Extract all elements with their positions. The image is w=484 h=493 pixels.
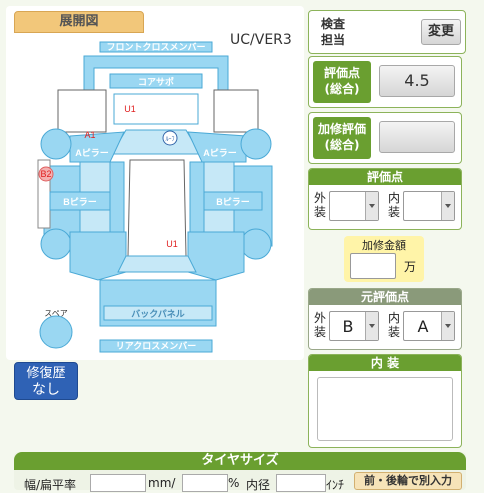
repair-amount-input[interactable] [350, 253, 396, 279]
evaluation-panel: 評価点 (総合) 4.5 [308, 56, 462, 108]
original-score-panel: 元評価点 外装 B 内装 A [308, 288, 462, 350]
original-interior-chevron-down-icon [441, 312, 454, 340]
damage-mark-a1[interactable]: A1 [84, 130, 95, 140]
evaluation-label: 評価点 (総合) [313, 61, 371, 103]
inspector-label-line1: 検査 [320, 17, 345, 31]
b-pillar-right-label: Bピラー [216, 196, 250, 207]
back-panel-label: バックパネル [131, 308, 185, 319]
rear-left-quarter[interactable] [69, 231, 127, 281]
tire-panel: タイヤサイズ 幅/扁平率 mm/ % 内径 ｲﾝﾁ 前・後輪で別入力 [14, 452, 466, 492]
additional-score-button[interactable] [379, 121, 455, 153]
evaluation-label-line1: 評価点 [323, 66, 360, 80]
original-exterior-chevron-down-icon [365, 312, 378, 340]
a-pillar-right-label: Aピラー [203, 147, 237, 158]
interior-panel: 内 装 [308, 354, 462, 448]
inspector-label-line2: 担当 [320, 33, 345, 47]
rear-right-wheel[interactable] [240, 228, 272, 260]
repair-amount-unit: 万 [404, 260, 417, 274]
evaluation-score-button[interactable]: 4.5 [379, 65, 455, 97]
front-left-wheel[interactable] [40, 128, 72, 160]
tire-front-rear-button[interactable]: 前・後輪で別入力 [354, 472, 462, 490]
score-interior-value [404, 192, 442, 220]
tire-pct-unit: % [228, 476, 240, 490]
front-cross-member-label: フロントクロスメンバー [106, 42, 205, 52]
original-interior-value: A [417, 316, 429, 336]
left-fender-outline[interactable] [57, 89, 107, 133]
score-panel: 評価点 外装 内装 [308, 168, 462, 230]
spare-tire-part[interactable] [39, 315, 73, 349]
damage-mark-u1-bottom[interactable]: U1 [166, 239, 178, 249]
original-exterior-label: 外装 [313, 311, 326, 339]
original-interior-label: 内装 [387, 311, 400, 339]
additional-label-line2: (総合) [324, 138, 360, 152]
tire-ratio-input[interactable] [182, 474, 228, 492]
repair-history-button[interactable]: 修復歴 なし [14, 362, 78, 400]
score-exterior-label: 外装 [313, 191, 326, 219]
original-score-header: 元評価点 [309, 289, 461, 305]
front-right-wheel[interactable] [240, 128, 272, 160]
inspector-change-button[interactable]: 変更 [421, 19, 461, 45]
diagram-tab[interactable]: 展開図 [14, 11, 144, 33]
core-support-label: コアサポ [138, 76, 174, 87]
original-interior-select[interactable]: A [403, 311, 455, 341]
rear-cross-member-label: リアクロスメンバー [116, 341, 197, 351]
spare-label: スペア [44, 309, 67, 318]
tire-header: タイヤサイズ [14, 452, 466, 470]
score-interior-label: 内装 [387, 191, 400, 219]
damage-mark-b2[interactable]: B2 [40, 169, 51, 179]
tire-inner-label: 内径 [246, 478, 271, 492]
score-exterior-select[interactable] [329, 191, 379, 221]
additional-label-line1: 加修評価 [317, 122, 366, 136]
tire-inner-input[interactable] [276, 474, 326, 492]
score-exterior-chevron-down-icon [365, 192, 378, 220]
rear-left-wheel[interactable] [40, 228, 72, 260]
damage-mark-u1-top[interactable]: U1 [124, 104, 136, 114]
a-pillar-left-label: Aピラー [75, 147, 109, 158]
additional-label: 加修評価 (総合) [313, 117, 371, 159]
repair-amount-box: 加修金額 万 [344, 236, 424, 282]
tire-inch-unit: ｲﾝﾁ [326, 478, 345, 492]
rear-window-part[interactable] [117, 255, 197, 273]
roof-mark-label: ﾙｰﾌ [165, 136, 174, 143]
b-pillar-left-label: Bピラー [63, 196, 97, 207]
original-exterior-select[interactable]: B [329, 311, 379, 341]
repair-history-line2: なし [32, 382, 60, 398]
repair-history-line1: 修復歴 [26, 366, 66, 381]
right-fender-outline[interactable] [213, 89, 259, 133]
inspector-label: 検査 担当 [313, 15, 353, 50]
tire-width-input[interactable] [90, 474, 146, 492]
repair-amount-label: 加修金額 [362, 239, 406, 252]
original-exterior-value: B [342, 316, 354, 336]
rear-right-quarter[interactable] [187, 231, 245, 281]
interior-textarea[interactable] [317, 377, 453, 441]
tire-mm-unit: mm/ [148, 476, 176, 490]
additional-panel: 加修評価 (総合) [308, 112, 462, 164]
inspector-panel: 検査 担当 変更 [308, 10, 466, 54]
vehicle-diagram: フロントクロスメンバー コアサポ ﾙｰﾌ Aピラー Aピラー Bピラー Bピラー… [37, 41, 273, 353]
score-exterior-value [330, 192, 366, 220]
tire-width-label: 幅/扁平率 [24, 478, 77, 492]
score-header: 評価点 [309, 169, 461, 185]
evaluation-label-line2: (総合) [324, 82, 360, 96]
score-interior-chevron-down-icon [441, 192, 454, 220]
windshield-part[interactable] [111, 129, 201, 155]
interior-header: 内 装 [309, 355, 461, 371]
score-interior-select[interactable] [403, 191, 455, 221]
